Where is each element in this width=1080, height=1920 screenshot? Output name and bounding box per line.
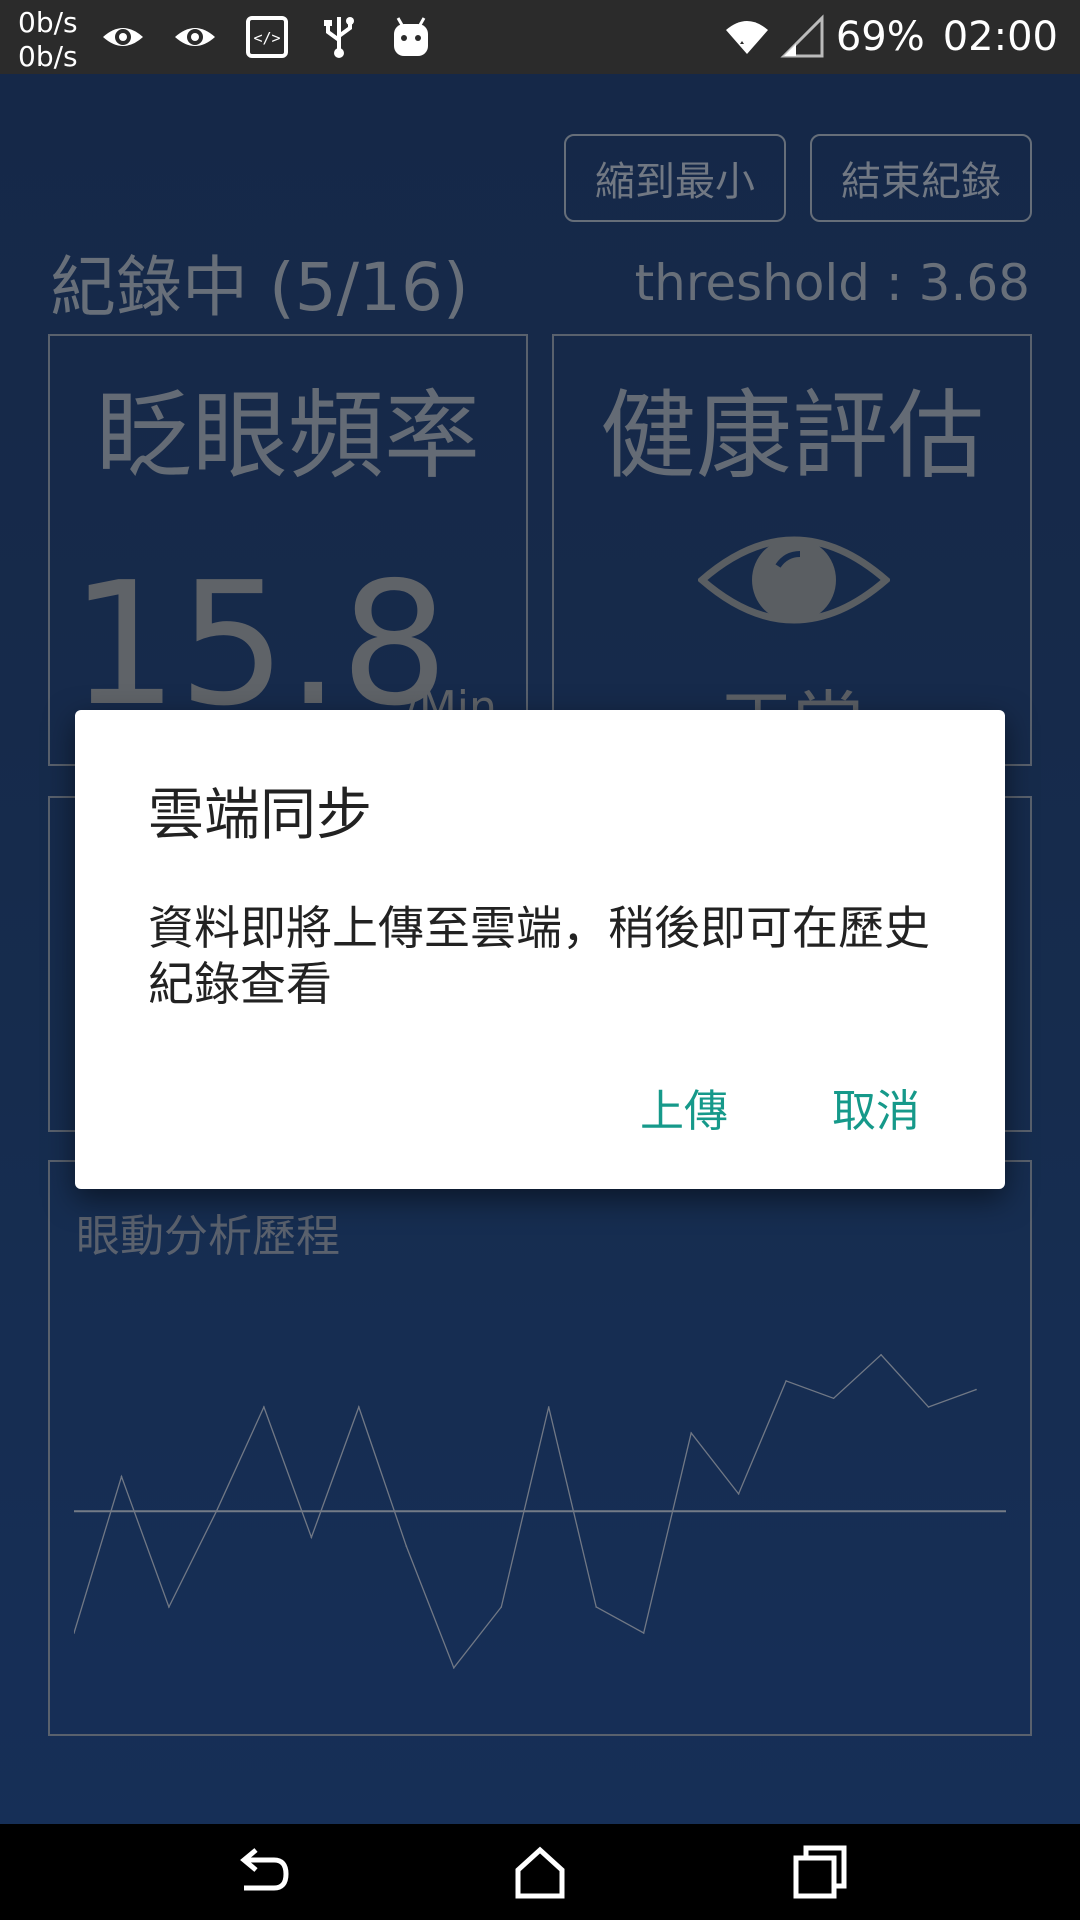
battery-percent: 69%	[835, 14, 925, 60]
android-icon	[394, 17, 428, 56]
wifi-icon	[725, 21, 768, 54]
signal-icon	[780, 14, 824, 58]
usb-icon	[324, 17, 354, 58]
net-down-speed: 0b/s	[18, 40, 78, 73]
dialog-title: 雲端同步	[148, 783, 372, 848]
network-speed: 0b/s 0b/s	[18, 6, 78, 74]
recents-icon[interactable]	[790, 1842, 850, 1902]
status-bar: 0b/s 0b/s </> 69% 02:00	[0, 0, 1080, 74]
back-icon[interactable]	[230, 1842, 290, 1902]
eye-icon	[103, 28, 143, 46]
clock: 02:00	[942, 14, 1058, 60]
cancel-button[interactable]: 取消	[832, 1075, 920, 1139]
upload-button[interactable]: 上傳	[640, 1075, 728, 1139]
navigation-bar	[0, 1824, 1080, 1920]
home-icon[interactable]	[510, 1842, 570, 1902]
eye-icon	[175, 28, 215, 46]
code-icon: </>	[246, 16, 288, 58]
status-right: 69% 02:00	[724, 0, 1058, 74]
cloud-sync-dialog: 雲端同步 資料即將上傳至雲端，稍後即可在歷史紀錄查看 上傳 取消	[75, 710, 1005, 1189]
dialog-message: 資料即將上傳至雲端，稍後即可在歷史紀錄查看	[148, 901, 930, 1011]
svg-text:</>: </>	[253, 29, 280, 47]
net-up-speed: 0b/s	[18, 6, 78, 39]
